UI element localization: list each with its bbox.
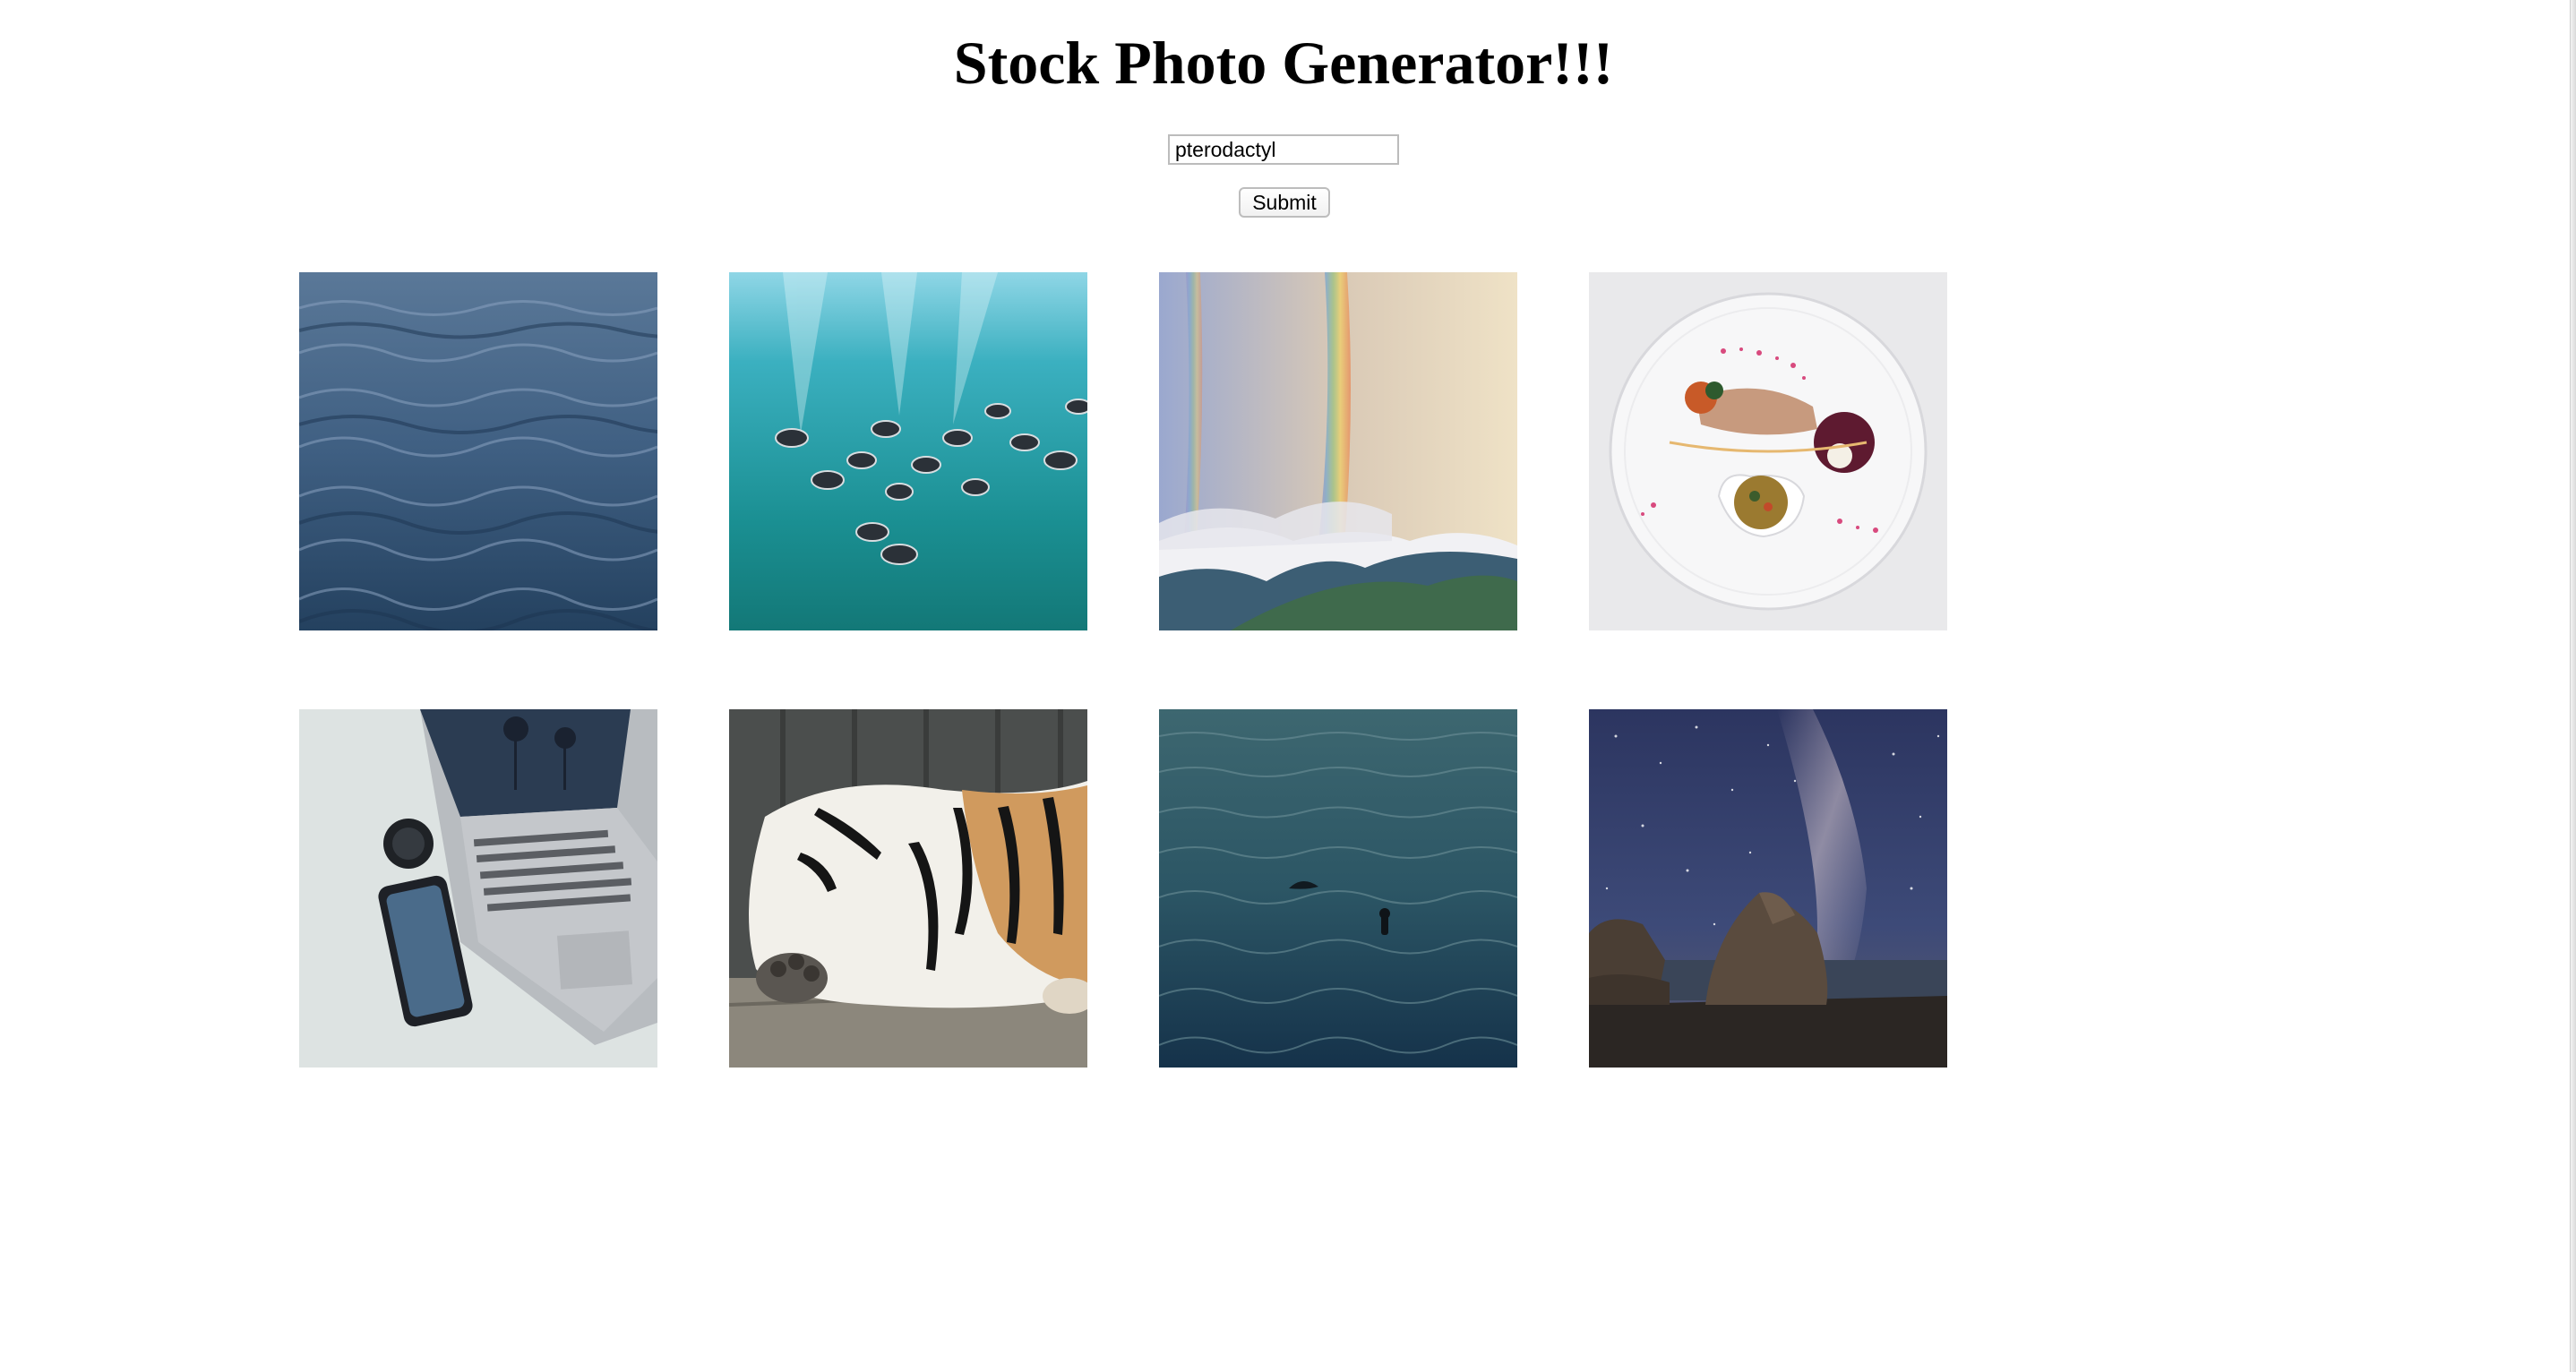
photo-ocean-waves[interactable] bbox=[299, 272, 657, 630]
page-title: Stock Photo Generator!!! bbox=[953, 29, 1614, 97]
fish-underwater-image bbox=[729, 272, 1087, 630]
photo-double-rainbow[interactable] bbox=[1159, 272, 1517, 630]
photo-gallery bbox=[299, 272, 1947, 1068]
page: Stock Photo Generator!!! Submit bbox=[0, 0, 2576, 1372]
ocean-waves-image bbox=[299, 272, 657, 630]
sleeping-tiger-image bbox=[729, 709, 1087, 1068]
plated-dish-image bbox=[1589, 272, 1947, 630]
double-rainbow-image bbox=[1159, 272, 1517, 630]
photo-sleeping-tiger[interactable] bbox=[729, 709, 1087, 1068]
photo-laptop-phone-lens[interactable] bbox=[299, 709, 657, 1068]
photo-fish-underwater[interactable] bbox=[729, 272, 1087, 630]
submit-button[interactable]: Submit bbox=[1239, 187, 1330, 218]
search-input[interactable] bbox=[1168, 134, 1399, 165]
photo-plated-dish[interactable] bbox=[1589, 272, 1947, 630]
dolphin-swimmer-sea-image bbox=[1159, 709, 1517, 1068]
photo-milky-way-coast[interactable] bbox=[1589, 709, 1947, 1068]
laptop-phone-lens-image bbox=[299, 709, 657, 1068]
photo-dolphin-swimmer-sea[interactable] bbox=[1159, 709, 1517, 1068]
window-scrollbar-edge bbox=[2570, 0, 2576, 1372]
milky-way-coast-image bbox=[1589, 709, 1947, 1068]
